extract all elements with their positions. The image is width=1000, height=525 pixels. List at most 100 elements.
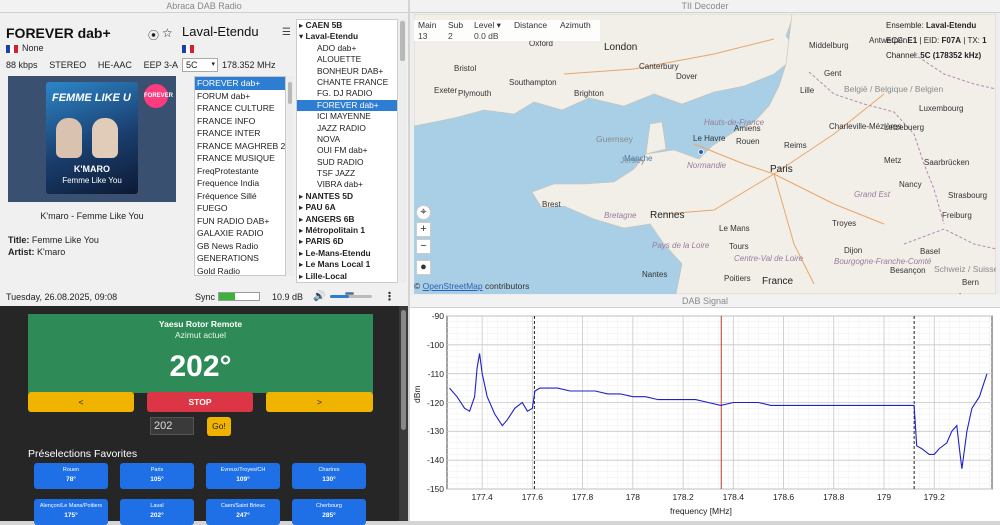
tree-service-item[interactable]: VIBRA dab+ — [297, 179, 397, 190]
service-list-item[interactable]: FUEGO — [195, 202, 285, 215]
preset-button[interactable]: Paris 105° — [120, 463, 194, 489]
x-tick-label: 179.2 — [923, 492, 945, 502]
tii-column-header[interactable]: Main — [414, 20, 444, 31]
tii-column-header[interactable]: Level ▾ — [470, 20, 510, 31]
tree-group[interactable]: ▸ CAEN 5B — [297, 20, 397, 31]
tree-service-item[interactable]: ICI MAYENNE — [297, 111, 397, 122]
zoom-in-button[interactable]: + — [416, 222, 431, 237]
map-place-label: Middelburg — [809, 41, 849, 50]
tree-service-item[interactable]: FG. DJ RADIO — [297, 88, 397, 99]
podcast-icon[interactable]: ⦿ — [148, 27, 159, 43]
service-list[interactable]: FOREVER dab+ FORUM dab+ FRANCE CULTURE FRAN… — [194, 76, 286, 276]
service-list-item[interactable]: FUN RADIO DAB+ — [195, 215, 285, 228]
service-list-item[interactable]: FORUM dab+ — [195, 90, 285, 103]
scrollbar-thumb[interactable] — [288, 82, 292, 104]
scrollbar-thumb[interactable] — [401, 310, 406, 430]
tree-service-item[interactable]: ALOUETTE — [297, 54, 397, 65]
favorite-star-icon[interactable]: ☆ — [162, 26, 173, 40]
tree-service-item[interactable]: TSF JAZZ — [297, 168, 397, 179]
preset-button[interactable]: Caen/Saint Brieuc 247° — [206, 499, 280, 525]
tree-service-item[interactable]: SUD RADIO — [297, 157, 397, 168]
preset-button[interactable]: Laval 202° — [120, 499, 194, 525]
rotate-right-button[interactable]: > — [266, 392, 373, 412]
service-list-item[interactable]: GALAXIE RADIO — [195, 227, 285, 240]
service-list-item[interactable]: FRANCE INFO — [195, 115, 285, 128]
tree-group[interactable]: ▸ Le Mans Local 1 — [297, 259, 397, 270]
service-list-item[interactable]: FRANCE INTER — [195, 127, 285, 140]
preset-button[interactable]: Cherbourg 285° — [292, 499, 366, 525]
tree-group[interactable]: ▸ Lille-Local — [297, 271, 397, 282]
tree-service-item[interactable]: FOREVER dab+ — [297, 99, 397, 112]
tree-group[interactable]: ▸ PARIS 6D — [297, 236, 397, 247]
tii-table-row[interactable]: 13 2 0.0 dB — [414, 31, 600, 41]
rotor-title: Yaesu Rotor Remote — [158, 319, 243, 329]
more-menu-icon[interactable]: ⋮ — [384, 290, 395, 303]
x-axis-title: frequency [MHz] — [670, 506, 732, 516]
volume-knob[interactable] — [344, 292, 354, 295]
layer-dot-icon[interactable]: ● — [416, 260, 431, 275]
tree-scrollbar[interactable] — [399, 19, 406, 283]
tree-service-item[interactable]: BONHEUR DAB+ — [297, 66, 397, 77]
tree-service-item[interactable]: JAZZ RADIO — [297, 123, 397, 134]
transmitter-marker[interactable] — [698, 149, 704, 155]
osm-link[interactable]: OpenStreetMap — [423, 281, 483, 291]
locate-icon[interactable]: ⌖ — [416, 205, 431, 220]
preset-button[interactable]: Rouen 78° — [34, 463, 108, 489]
preset-button[interactable]: Evreux/Troyes/CH 109° — [206, 463, 280, 489]
tree-service-item[interactable]: OUI FM dab+ — [297, 145, 397, 156]
map-place-label: Dijon — [844, 246, 863, 255]
volume-slider[interactable] — [330, 292, 372, 298]
tree-service-item[interactable]: CHANTE FRANCE — [297, 77, 397, 88]
tree-group[interactable]: ▾ Laval-Etendu — [297, 31, 397, 42]
volume-fill — [330, 295, 349, 298]
tii-column-header[interactable]: Azimuth — [556, 20, 600, 31]
volume-icon[interactable]: 🔊 — [313, 291, 325, 302]
tree-service-item[interactable]: NOVA — [297, 134, 397, 145]
stop-button[interactable]: STOP — [147, 392, 253, 412]
service-list-item[interactable]: FRANCE MUSIQUE — [195, 152, 285, 165]
service-list-scrollbar[interactable] — [287, 76, 293, 276]
service-list-item[interactable]: Fréquence Sillé — [195, 190, 285, 203]
rotor-panel: Yaesu Rotor Remote Azimut actuel 202° < … — [0, 306, 408, 525]
service-list-item[interactable]: Gold Radio — [195, 265, 285, 276]
eid-label: EID: — [923, 36, 940, 45]
status-bar: Tuesday, 26.08.2025, 09:08 Sync 10.9 dB … — [0, 289, 408, 305]
tii-column-header[interactable]: Distance — [510, 20, 556, 31]
service-list-item[interactable]: FRANCE CULTURE — [195, 102, 285, 115]
map-place-label: Centre-Val de Loire — [734, 254, 804, 263]
map-place-label: Canterbury — [639, 62, 679, 71]
tree-group[interactable]: ▸ NANTES 5D — [297, 191, 397, 202]
service-list-item[interactable]: FreqProtestante — [195, 165, 285, 178]
y-tick-label: -130 — [426, 426, 444, 437]
tii-table[interactable]: Main Sub Level ▾ Distance Azimuth 13 2 0.0 dB — [414, 20, 600, 41]
service-list-item[interactable]: FRANCE MAGHREB 2 — [195, 140, 285, 153]
tii-column-header[interactable]: Sub — [444, 20, 470, 31]
preset-button[interactable]: Chartres 130° — [292, 463, 366, 489]
tree-service-item[interactable]: ADO dab+ — [297, 43, 397, 54]
azimuth-input[interactable]: 202 — [150, 417, 194, 435]
tree-group[interactable]: ▸ ANGERS 6B — [297, 214, 397, 225]
service-list-item[interactable]: GENERATIONS — [195, 252, 285, 265]
service-list-item[interactable]: FOREVER dab+ — [195, 77, 285, 90]
go-button[interactable]: Go! — [207, 417, 231, 436]
map-place-label: Guernsey — [596, 134, 633, 144]
zoom-out-button[interactable]: − — [416, 239, 431, 254]
list-view-icon[interactable]: ☰ — [282, 27, 291, 38]
tree-group[interactable]: ▸ Le-Mans-Etendu — [297, 248, 397, 259]
map-place-label: Manche — [624, 154, 653, 163]
tree-group[interactable]: ▸ PAU 6A — [297, 202, 397, 213]
tii-cell-main: 13 — [418, 31, 428, 41]
attribution-prefix: © — [414, 281, 423, 291]
scrollbar-thumb[interactable] — [400, 21, 405, 61]
channel-select[interactable]: 5C ▾ — [182, 58, 218, 72]
sync-fill — [219, 293, 235, 300]
rotate-left-button[interactable]: < — [28, 392, 134, 412]
service-list-item[interactable]: Frequence India — [195, 177, 285, 190]
ensemble-tree[interactable]: ▸ CAEN 5B ▾ Laval-Etendu ADO dab+ ALOUETTE B… — [296, 19, 398, 283]
y-tick-label: -90 — [431, 311, 444, 321]
service-list-item[interactable]: GB News Radio — [195, 240, 285, 253]
tree-group[interactable]: ▸ Métropolitain 1 — [297, 225, 397, 236]
preset-azimuth: 130° — [322, 476, 336, 483]
rotor-scrollbar[interactable] — [399, 306, 408, 521]
preset-button[interactable]: Alençon/Le Mans/Poitiers 175° — [34, 499, 108, 525]
